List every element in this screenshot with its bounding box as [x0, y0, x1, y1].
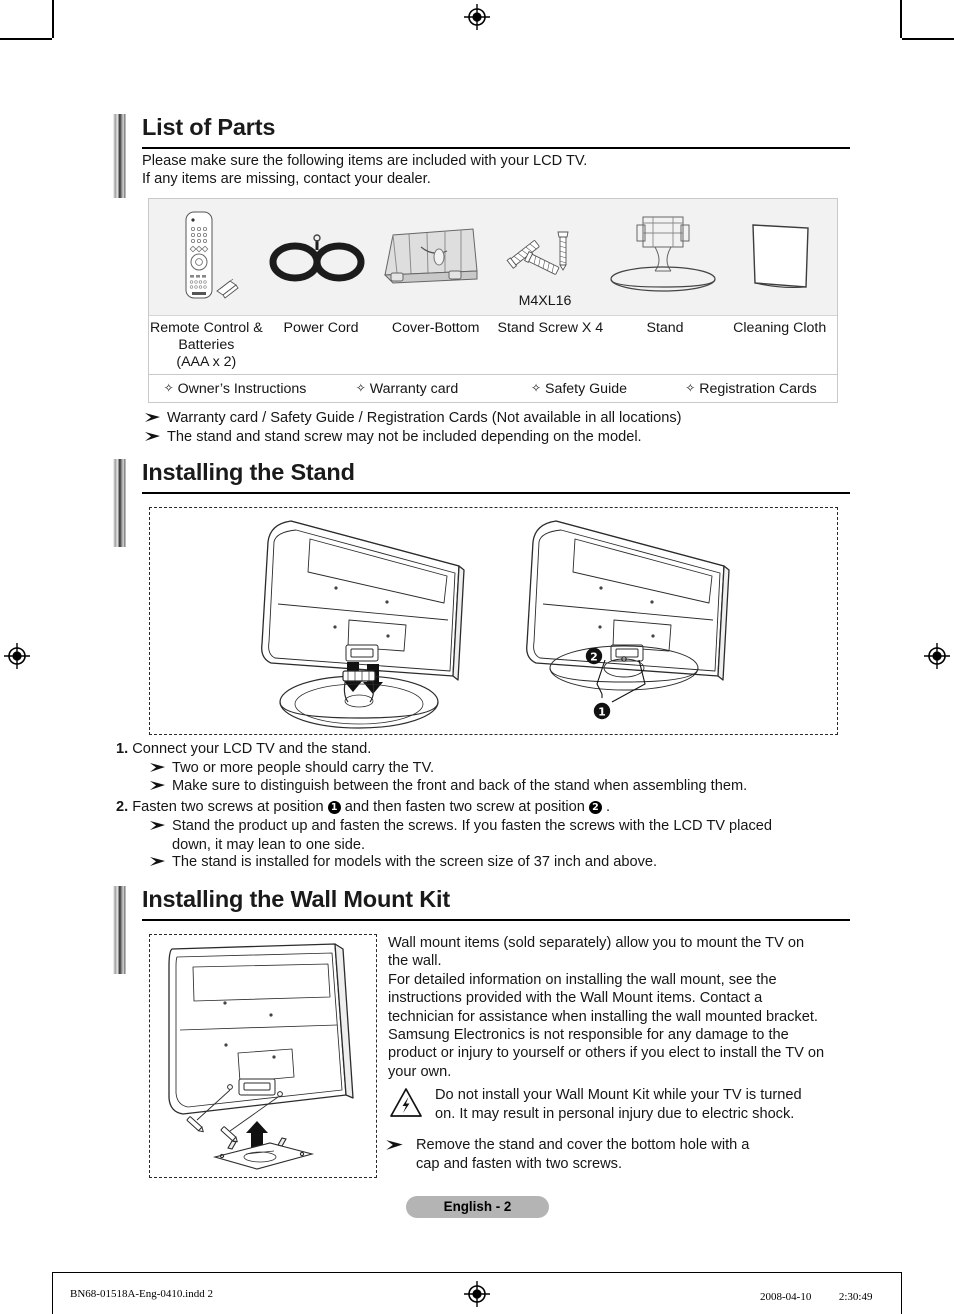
note-text: Stand the product up and fasten the scre…	[172, 818, 773, 853]
print-bar-top-rule	[52, 1272, 902, 1273]
manual-page: List of Parts Please make sure the follo…	[0, 0, 954, 1314]
parts-cell-cover-bottom	[373, 199, 489, 315]
stand-step-2-note-1: Stand the product up and fasten the scre…	[150, 817, 850, 854]
arrow-bullet-icon	[145, 428, 167, 442]
parts-label-cleaning-cloth: Cleaning Cloth	[733, 320, 827, 336]
document-label: Registration Cards	[699, 380, 817, 397]
bullet-dot-icon: ✧	[685, 380, 696, 395]
parts-intro-text: Please make sure the following items are…	[142, 153, 588, 188]
step-number: 2.	[116, 799, 129, 815]
section-rule	[142, 919, 850, 921]
page-number-badge: English - 2	[406, 1196, 549, 1218]
print-bar-left-edge	[52, 1272, 53, 1314]
parts-label-stand: Stand	[646, 320, 684, 336]
parts-label-remote-control: Remote Control & Batteries (AAA x 2)	[149, 320, 263, 370]
arrow-bullet-icon	[150, 853, 172, 867]
section-title-installing-the-wall-mount-kit: Installing the Wall Mount Kit	[142, 886, 450, 912]
parts-cell-stand	[601, 199, 725, 315]
step-marker-one: 1	[327, 801, 341, 814]
parts-note-2: The stand and stand screw may not be inc…	[145, 428, 845, 447]
document-item-registration-cards: ✧ Registration Cards	[665, 381, 837, 397]
parts-cell-cleaning-cloth	[725, 199, 837, 315]
section-accent-bar	[113, 114, 126, 198]
bullet-dot-icon: ✧	[530, 380, 542, 395]
arrow-bullet-icon	[145, 409, 167, 423]
stand-screw-icon	[506, 231, 569, 275]
print-filename: BN68-01518A-Eng-0410.indd 2	[70, 1288, 213, 1300]
document-item-warranty-card: ✧ Warranty card	[321, 381, 493, 397]
stand-figure-marker-one: 1	[593, 702, 611, 720]
document-label: Safety Guide	[544, 380, 628, 397]
wall-mount-note: Remove the stand and cover the bottom ho…	[386, 1136, 838, 1173]
svg-text:2: 2	[590, 651, 598, 664]
stand-step-1-note-1: Two or more people should carry the TV.	[150, 759, 850, 778]
power-cord-icon	[269, 234, 365, 282]
bullet-dot-icon: ✧	[355, 380, 366, 395]
wall-mount-warning-text: Do not install your Wall Mount Kit while…	[435, 1087, 802, 1122]
svg-text:1: 1	[598, 706, 606, 719]
parts-label-power-cord: Power Cord	[283, 320, 359, 336]
cleaning-cloth-icon	[752, 224, 809, 289]
cover-bottom-icon	[383, 228, 478, 284]
bullet-dot-icon: ✧	[163, 380, 174, 395]
step-marker-two: 2	[588, 801, 602, 814]
section-accent-bar	[113, 459, 126, 547]
print-bar-right-edge	[901, 1272, 902, 1314]
document-label: Warranty card	[369, 380, 459, 397]
parts-label-stand-screw: Stand Screw X 4	[497, 320, 604, 336]
wall-mount-body-text: Wall mount items (sold separately) allow…	[388, 935, 825, 1080]
stand-step-1: 1. Connect your LCD TV and the stand.	[116, 740, 846, 759]
arrow-bullet-icon	[150, 777, 172, 791]
section-title-installing-the-stand: Installing the Stand	[142, 459, 355, 485]
document-item-safety-guide: ✧ Safety Guide	[493, 381, 665, 397]
arrow-bullet-icon	[150, 817, 172, 831]
included-documents-row: ✧ Owner’s Instructions ✧ Warranty card ✧…	[149, 375, 837, 402]
parts-cell-remote-control	[149, 199, 261, 315]
arrow-bullet-icon	[150, 759, 172, 773]
parts-note-text: The stand and stand screw may not be inc…	[167, 429, 642, 445]
step-text-middle: and then fasten two screw at position	[344, 799, 589, 815]
step-text-before: Fasten two screws at position	[132, 799, 328, 815]
section-rule	[142, 147, 850, 149]
arrow-bullet-icon	[386, 1136, 416, 1151]
step-text-after: .	[606, 799, 611, 815]
note-text: Two or more people should carry the TV.	[172, 760, 435, 776]
stand-screw-code: M4XL16	[518, 293, 572, 309]
stand-installation-figure: 2 1	[149, 507, 838, 735]
parts-label-cover-bottom: Cover-Bottom	[391, 320, 480, 336]
stand-step-1-note-2: Make sure to distinguish between the fro…	[150, 777, 850, 796]
parts-table: M4XL16 Remote Control & Batteries (AAA x…	[148, 198, 838, 403]
stand-step-2: 2. Fasten two screws at position 1 and t…	[116, 798, 846, 817]
electric-shock-warning-icon	[389, 1085, 423, 1118]
section-title-list-of-parts: List of Parts	[142, 114, 276, 140]
parts-cell-stand-screw: M4XL16	[489, 199, 601, 315]
note-text: The stand is installed for models with t…	[172, 854, 658, 870]
parts-note-text: Warranty card / Safety Guide / Registrat…	[167, 410, 682, 426]
stand-figure-marker-two: 2	[585, 647, 603, 665]
parts-label-row: Remote Control & Batteries (AAA x 2) Pow…	[149, 316, 837, 375]
document-label: Owner’s Instructions	[177, 380, 307, 397]
print-timestamp: 2008-04-10 2:30:49	[760, 1291, 873, 1303]
section-accent-bar	[113, 886, 126, 974]
parts-note-1: Warranty card / Safety Guide / Registrat…	[145, 409, 845, 428]
step-text: Connect your LCD TV and the stand.	[132, 741, 372, 757]
parts-cell-power-cord	[261, 199, 373, 315]
stand-icon	[610, 216, 716, 292]
remote-control-icon	[185, 211, 239, 299]
step-number: 1.	[116, 741, 129, 757]
registration-mark-bottom	[464, 1281, 490, 1307]
document-item-owners-instructions: ✧ Owner’s Instructions	[149, 381, 321, 397]
wall-mount-note-text: Remove the stand and cover the bottom ho…	[416, 1137, 750, 1172]
note-text: Make sure to distinguish between the fro…	[172, 778, 748, 794]
stand-step-2-note-2: The stand is installed for models with t…	[150, 853, 850, 872]
section-rule	[142, 492, 850, 494]
wall-mount-figure	[149, 934, 377, 1178]
wall-mount-warning: Do not install your Wall Mount Kit while…	[389, 1085, 841, 1123]
parts-image-row: M4XL16	[149, 199, 837, 316]
